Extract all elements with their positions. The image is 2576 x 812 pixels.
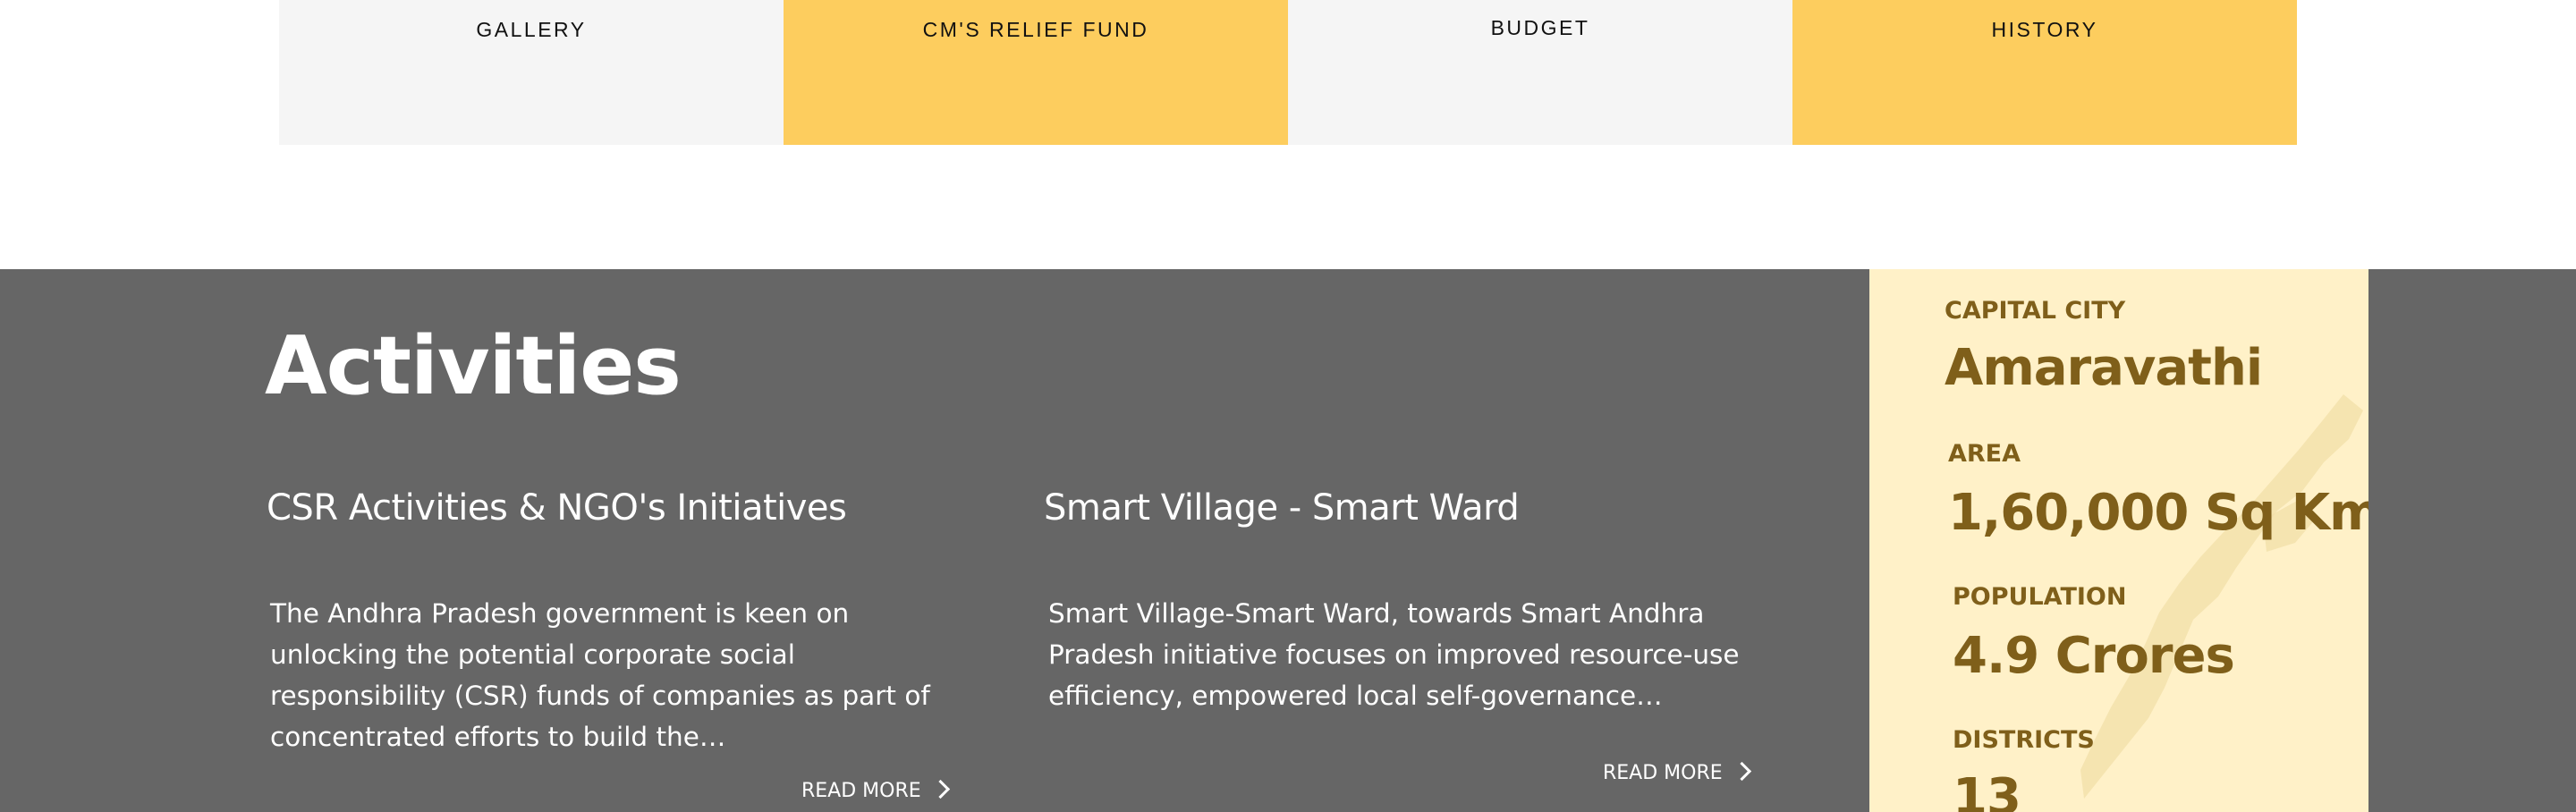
csr-read-more-label: READ MORE (801, 780, 921, 802)
csr-activities-title-link[interactable]: CSR Activities & NGO's Initiatives (267, 481, 847, 535)
capital-city-label: CAPITAL CITY (1945, 297, 2126, 325)
budget-tile-label: BUDGET (1490, 16, 1590, 39)
smart-village-read-more-link[interactable]: READ MORE (1603, 760, 1751, 787)
area-value: 1,60,000 Sq Km. (1948, 484, 2368, 542)
area-label: AREA (1948, 440, 2021, 468)
population-label: POPULATION (1953, 583, 2127, 611)
cm-relief-fund-tile-label: CM'S RELIEF FUND (922, 18, 1149, 41)
history-tile[interactable]: HISTORY (1792, 0, 2297, 145)
chevron-right-icon (1732, 761, 1751, 782)
chevron-right-icon (930, 779, 950, 799)
population-value: 4.9 Crores (1953, 627, 2235, 685)
smart-village-title-link[interactable]: Smart Village - Smart Ward (1044, 481, 1520, 535)
gallery-tile-label: GALLERY (476, 18, 587, 41)
history-tile-label: HISTORY (1991, 18, 2098, 41)
smart-village-read-more-label: READ MORE (1603, 762, 1723, 784)
cm-relief-fund-tile[interactable]: CM'S RELIEF FUND (784, 0, 1288, 145)
csr-read-more-link[interactable]: READ MORE (801, 778, 950, 805)
activities-heading: Activities (265, 319, 682, 413)
capital-city-value: Amaravathi (1945, 339, 2263, 397)
districts-label: DISTRICTS (1953, 726, 2095, 754)
smart-village-summary: Smart Village-Smart Ward, towards Smart … (1048, 598, 1740, 711)
districts-value: 13 (1953, 768, 2021, 812)
budget-tile[interactable]: BUDGET (1288, 0, 1792, 145)
gallery-tile[interactable]: GALLERY (279, 0, 784, 145)
csr-activities-summary: The Andhra Pradesh government is keen on… (270, 598, 930, 752)
state-facts-panel: CAPITAL CITY Amaravathi AREA 1,60,000 Sq… (1869, 269, 2368, 812)
quick-links-row: GALLERY CM'S RELIEF FUND BUDGET HISTORY (279, 0, 2297, 145)
